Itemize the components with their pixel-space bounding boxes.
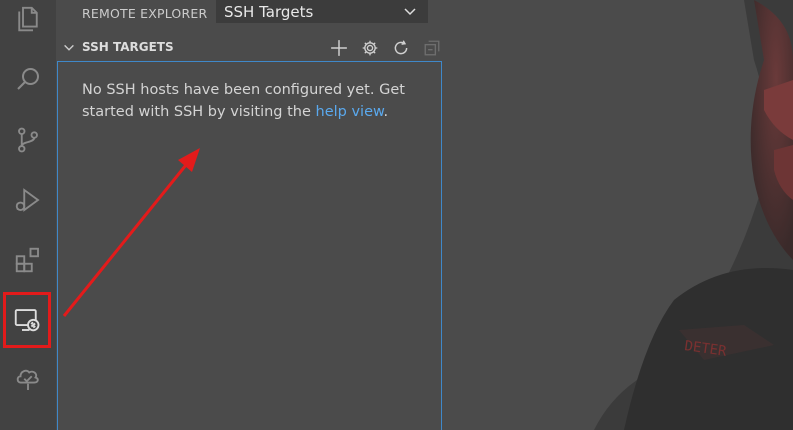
remote-type-dropdown[interactable]: SSH Targets [216,0,428,23]
run-debug-icon[interactable] [0,171,56,229]
section-title: SSH TARGETS [82,40,174,54]
editor-background: DETER [444,0,793,430]
extensions-icon[interactable] [0,231,56,289]
search-icon[interactable] [0,50,56,108]
chevron-down-icon [404,8,416,16]
section-actions [326,38,445,58]
help-view-link[interactable]: help view [316,104,384,120]
refresh-icon[interactable] [388,38,414,58]
collapse-all-icon[interactable] [419,38,445,58]
add-icon[interactable] [326,38,352,58]
source-control-icon[interactable] [0,111,56,169]
chevron-down-icon[interactable] [62,41,76,55]
background-artwork: DETER [594,0,793,430]
activity-bar [0,0,56,430]
dropdown-value: SSH Targets [224,2,314,21]
ssh-targets-tree: No SSH hosts have been configured yet. G… [57,61,442,430]
empty-state-message: No SSH hosts have been configured yet. G… [82,79,422,123]
remote-explorer-sidebar: REMOTE EXPLORER SSH Targets SSH TARGETS [56,0,444,430]
vscode-window: REMOTE EXPLORER SSH Targets SSH TARGETS [0,0,793,430]
ssh-targets-section-header[interactable]: SSH TARGETS [56,36,444,60]
gear-icon[interactable] [357,38,383,58]
remote-explorer-icon[interactable] [3,292,51,348]
tree-check-icon[interactable] [0,351,56,409]
empty-message-end: . [383,104,389,120]
sidebar-title: REMOTE EXPLORER [82,5,208,21]
explorer-icon[interactable] [0,0,56,48]
